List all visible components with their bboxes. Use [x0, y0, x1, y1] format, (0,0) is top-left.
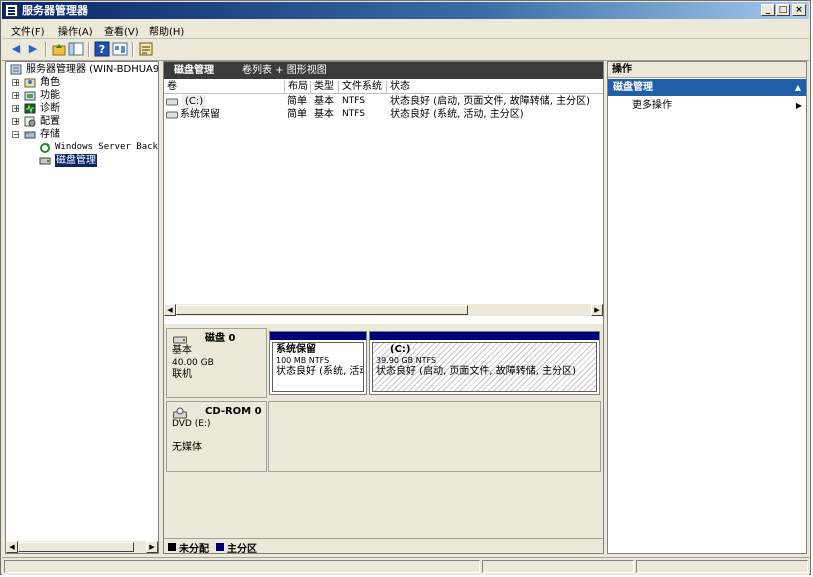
console-tree: 服务器管理器 (WIN-BDHUA9FQAN + 角色 + 功能 + 诊断 + …: [5, 61, 159, 554]
column-type[interactable]: 类型: [310, 81, 338, 93]
graphical-view: 磁盘 0 基本 40.00 GB 联机 系统保留 100 MB NTFS 状态良…: [164, 324, 603, 553]
partition-bar: [270, 332, 366, 340]
window-title: 服务器管理器: [22, 4, 88, 17]
status-cell: [4, 560, 480, 573]
actions-header: 操作: [608, 62, 806, 78]
scroll-right-icon[interactable]: ▶: [146, 541, 158, 553]
unallocated-swatch: [168, 543, 176, 551]
roles-icon: [24, 78, 36, 88]
disk-management-pane: 磁盘管理 卷列表 + 图形视图 卷 布局 类型 文件系统 状态 (C:) 简单 …: [163, 61, 604, 554]
collapse-up-icon[interactable]: ▲: [795, 79, 801, 96]
backup-icon: [40, 143, 50, 153]
cdrom-0-area: [268, 401, 601, 472]
status-cell: [636, 560, 808, 573]
forward-arrow-icon[interactable]: ▶: [25, 41, 41, 57]
collapse-icon[interactable]: −: [12, 131, 20, 139]
volume-icon: [166, 98, 178, 106]
column-layout[interactable]: 布局: [284, 81, 310, 93]
pane-header: 磁盘管理 卷列表 + 图形视图: [164, 62, 603, 79]
submenu-arrow-icon: ▶: [795, 101, 802, 110]
diagnostics-icon: [24, 103, 36, 114]
volume-row[interactable]: (C:) 简单 基本 NTFS 状态良好 (启动, 页面文件, 故障转储, 主分…: [164, 95, 603, 108]
tree-horizontal-scrollbar[interactable]: ◀ ▶: [6, 541, 158, 553]
server-icon: [10, 64, 22, 75]
scroll-left-icon[interactable]: ◀: [164, 304, 176, 316]
toolbar: ◀ ▶ ?: [2, 39, 809, 61]
menu-action[interactable]: 操作(A): [58, 23, 93, 38]
volume-list-horizontal-scrollbar[interactable]: ◀ ▶: [164, 304, 603, 316]
back-arrow-icon[interactable]: ◀: [8, 41, 24, 57]
expand-icon[interactable]: +: [12, 79, 20, 87]
primary-swatch: [216, 543, 224, 551]
scroll-left-icon[interactable]: ◀: [6, 541, 18, 553]
actions-pane: 操作 磁盘管理 ▲ 更多操作 ▶: [607, 61, 807, 554]
server-manager-window: 服务器管理器 _ □ × 文件(F) 操作(A) 查看(V) 帮助(H) ◀ ▶…: [0, 0, 811, 575]
configuration-icon: [24, 116, 36, 127]
properties-icon[interactable]: [112, 41, 128, 57]
legend: 未分配 主分区: [164, 538, 603, 553]
more-actions-item[interactable]: 更多操作 ▶: [608, 99, 806, 113]
partition-bar: [370, 332, 599, 340]
menu-file[interactable]: 文件(F): [11, 23, 45, 38]
show-hide-tree-icon[interactable]: [68, 41, 84, 57]
partition-system-reserved[interactable]: 系统保留 100 MB NTFS 状态良好 (系统, 活动: [269, 331, 367, 395]
status-cell: [482, 560, 634, 573]
storage-icon: [24, 131, 36, 139]
pane-title: 磁盘管理: [174, 65, 214, 76]
expand-icon[interactable]: +: [12, 105, 20, 113]
menu-view[interactable]: 查看(V): [104, 23, 139, 38]
scroll-right-icon[interactable]: ▶: [591, 304, 603, 316]
svg-text:?: ?: [99, 43, 105, 56]
partition-c-drive[interactable]: (C:) 39.90 GB NTFS 状态良好 (启动, 页面文件, 故障转储,…: [369, 331, 600, 395]
menu-bar: 文件(F) 操作(A) 查看(V) 帮助(H): [2, 20, 809, 39]
help-icon[interactable]: ?: [94, 41, 110, 57]
disk-0-partitions: 系统保留 100 MB NTFS 状态良好 (系统, 活动 (C:) 39.90…: [268, 328, 601, 398]
column-file-system[interactable]: 文件系统: [338, 81, 386, 93]
volume-row[interactable]: 系统保留 简单 基本 NTFS 状态良好 (系统, 活动, 主分区): [164, 108, 603, 121]
scroll-thumb[interactable]: [18, 542, 134, 552]
disk-icon: [173, 336, 187, 344]
expand-icon[interactable]: +: [12, 118, 20, 126]
status-bar: [2, 557, 809, 575]
actions-section-disk-management[interactable]: 磁盘管理 ▲: [608, 79, 806, 96]
column-volume[interactable]: 卷: [164, 81, 284, 93]
volume-list-header: 卷 布局 类型 文件系统 状态: [164, 81, 603, 94]
disk-management-icon: [39, 157, 51, 165]
volume-icon: [166, 111, 178, 119]
server-manager-icon: [5, 4, 18, 17]
export-list-icon[interactable]: [138, 41, 154, 57]
cdrom-0-info[interactable]: CD-ROM 0 DVD (E:) 无媒体: [166, 401, 267, 472]
expand-icon[interactable]: +: [12, 92, 20, 100]
pane-view-label: 卷列表 + 图形视图: [242, 65, 327, 76]
close-button[interactable]: ×: [792, 4, 806, 16]
features-icon: [24, 91, 36, 101]
title-bar[interactable]: 服务器管理器 _ □ ×: [2, 2, 809, 19]
scroll-thumb[interactable]: [176, 305, 468, 315]
maximize-button[interactable]: □: [776, 4, 790, 16]
up-folder-icon[interactable]: [51, 41, 67, 57]
minimize-button[interactable]: _: [761, 4, 775, 16]
menu-help[interactable]: 帮助(H): [149, 23, 184, 38]
column-status[interactable]: 状态: [386, 81, 603, 93]
disk-0-info[interactable]: 磁盘 0 基本 40.00 GB 联机: [166, 328, 267, 398]
